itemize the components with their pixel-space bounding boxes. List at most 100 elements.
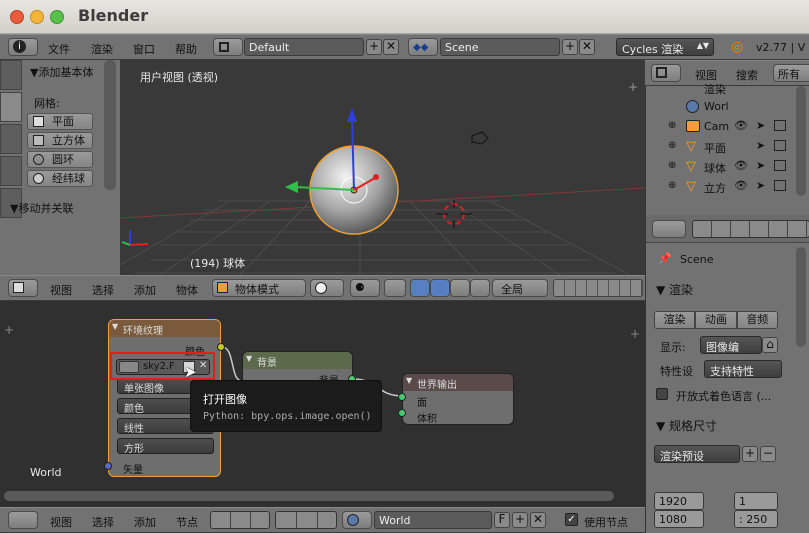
properties-context-tabs[interactable]: [692, 220, 809, 238]
add-scene-button[interactable]: +: [562, 39, 578, 55]
layer-buttons[interactable]: [553, 279, 643, 297]
rotate-manipulator-button[interactable]: [430, 279, 450, 297]
eye-icon[interactable]: 👁: [734, 179, 748, 192]
resolution-x-field[interactable]: 1920: [654, 492, 704, 510]
node-menu-add[interactable]: 添加: [134, 514, 156, 530]
node-menu-view[interactable]: 视图: [50, 514, 72, 530]
cursor-select-icon[interactable]: ➤: [756, 179, 765, 192]
cursor-select-icon[interactable]: ➤: [756, 119, 765, 132]
viewport-menu-select[interactable]: 选择: [92, 282, 114, 298]
editor-type-3dview-button[interactable]: [8, 279, 38, 297]
add-plane-button[interactable]: 平面: [27, 113, 93, 130]
outliner-row-cube[interactable]: ⊕ ▽ 立方 👁 ➤: [646, 177, 809, 197]
editor-type-properties-button[interactable]: [652, 220, 686, 238]
render-toggle-icon[interactable]: [774, 120, 786, 131]
render-image-button[interactable]: 渲染: [654, 311, 696, 329]
shader-type-buttons[interactable]: [210, 511, 270, 529]
node-properties-plus-icon[interactable]: +: [630, 327, 640, 341]
aspect-y-field[interactable]: : 250: [734, 510, 778, 528]
image-name-field[interactable]: sky2.: [143, 361, 169, 372]
surface-input-socket[interactable]: [398, 393, 406, 401]
aspect-x-field[interactable]: 1: [734, 492, 778, 510]
mode-dropdown[interactable]: 物体模式: [212, 279, 306, 297]
add-primitive-header[interactable]: ▼添加基本体: [30, 64, 93, 80]
tool-shelf-scrollbar[interactable]: [104, 60, 116, 190]
shading-dropdown[interactable]: [310, 279, 344, 297]
lock-interface-button[interactable]: ⌂: [762, 337, 778, 353]
outliner-row-sphere[interactable]: ⊕ ▽ 球体 👁 ➤: [646, 157, 809, 177]
viewport-menu-object[interactable]: 物体: [176, 282, 198, 298]
background-node-header[interactable]: ▼ 背景: [243, 352, 352, 369]
fake-user-world-button[interactable]: F: [494, 512, 510, 528]
unlink-image-icon[interactable]: ✕: [199, 360, 207, 371]
scene-selector-button[interactable]: ◆◆: [408, 38, 438, 56]
node-menu-select[interactable]: 选择: [92, 514, 114, 530]
expand-icon[interactable]: ⊕: [668, 180, 676, 191]
3d-viewport[interactable]: 用户视图 (透视) (194) 球体 +: [120, 60, 644, 275]
collapse-arrow-icon[interactable]: ▼: [112, 322, 118, 331]
move-link-header[interactable]: ▼移动并关联: [10, 200, 73, 216]
eye-icon[interactable]: 👁: [734, 159, 748, 172]
scale-manipulator-button[interactable]: [450, 279, 470, 297]
outliner-row-world[interactable]: Worl: [646, 97, 809, 117]
maximize-window-button[interactable]: [50, 10, 64, 24]
tool-tab-4[interactable]: [0, 156, 22, 186]
volume-input-socket[interactable]: [398, 409, 406, 417]
node-toolbar-plus-icon[interactable]: +: [4, 323, 14, 337]
editor-type-info-button[interactable]: i: [8, 38, 38, 56]
render-preset-dropdown[interactable]: 渲染预设: [654, 445, 740, 463]
camera-object[interactable]: [471, 131, 489, 145]
tool-tab-2[interactable]: [0, 92, 22, 122]
outliner-row-camera[interactable]: ⊕ Cam 👁 ➤: [646, 117, 809, 137]
editor-type-node-button[interactable]: [8, 511, 38, 529]
add-circle-button[interactable]: 圆环: [27, 151, 93, 168]
outliner-row-render[interactable]: 渲染: [646, 78, 809, 98]
shader-object-buttons[interactable]: [275, 511, 337, 529]
remove-preset-button[interactable]: −: [760, 446, 776, 462]
image-browse-icon[interactable]: [119, 361, 139, 373]
cursor-select-icon[interactable]: ➤: [756, 159, 765, 172]
node-menu-node[interactable]: 节点: [176, 514, 198, 530]
dimensions-panel-header[interactable]: ▼ 规格尺寸: [656, 417, 717, 434]
viewport-properties-plus-icon[interactable]: +: [628, 80, 638, 94]
node-editor-scrollbar[interactable]: [4, 491, 614, 501]
environment-texture-node-header[interactable]: ▼ 环境纹理: [109, 320, 220, 337]
display-dropdown[interactable]: 图像编: [700, 336, 762, 354]
minimize-window-button[interactable]: [30, 10, 44, 24]
layout-name-field[interactable]: Default: [244, 38, 364, 56]
add-world-button[interactable]: +: [512, 512, 528, 528]
remove-scene-button[interactable]: ✕: [579, 39, 595, 55]
eye-icon[interactable]: 👁: [734, 119, 748, 132]
world-output-node[interactable]: ▼ 世界输出 面 体积: [402, 373, 514, 425]
feature-set-dropdown[interactable]: 支持特性: [704, 360, 782, 378]
menu-file[interactable]: 文件: [48, 41, 70, 57]
outliner-scrollbar[interactable]: [796, 86, 806, 196]
collapse-arrow-icon[interactable]: ▼: [406, 376, 412, 385]
menu-help[interactable]: 帮助: [175, 41, 197, 57]
render-animation-button[interactable]: 动画: [695, 311, 737, 329]
expand-icon[interactable]: ⊕: [668, 140, 676, 151]
add-uvsphere-button[interactable]: 经纬球: [27, 170, 93, 187]
cursor-select-icon[interactable]: ➤: [756, 139, 765, 152]
expand-icon[interactable]: ⊕: [668, 120, 676, 131]
resolution-y-field[interactable]: 1080: [654, 510, 704, 528]
translate-manipulator-button[interactable]: [410, 279, 430, 297]
fake-user-button[interactable]: F: [169, 361, 175, 372]
pin-icon[interactable]: 📌: [658, 252, 672, 265]
add-layout-button[interactable]: +: [366, 39, 382, 55]
scene-name-field[interactable]: Scene: [440, 38, 560, 56]
collapse-arrow-icon[interactable]: ▼: [246, 354, 252, 363]
world-output-node-header[interactable]: ▼ 世界输出: [403, 374, 513, 391]
tool-tab-1[interactable]: [0, 60, 22, 90]
viewport-menu-view[interactable]: 视图: [50, 282, 72, 298]
render-toggle-icon[interactable]: [774, 180, 786, 191]
render-toggle-icon[interactable]: [774, 160, 786, 171]
orientation-dropdown[interactable]: 全局: [492, 279, 548, 297]
outliner-row-plane[interactable]: ⊕ ▽ 平面 ➤: [646, 137, 809, 157]
pivot-dropdown[interactable]: ⚈: [350, 279, 380, 297]
osl-checkbox[interactable]: [656, 388, 668, 400]
mapping-dropdown[interactable]: 方形: [117, 438, 214, 455]
manipulator-toggle[interactable]: [384, 279, 406, 297]
menu-window[interactable]: 窗口: [133, 41, 155, 57]
manipulator-options-button[interactable]: [470, 279, 490, 297]
